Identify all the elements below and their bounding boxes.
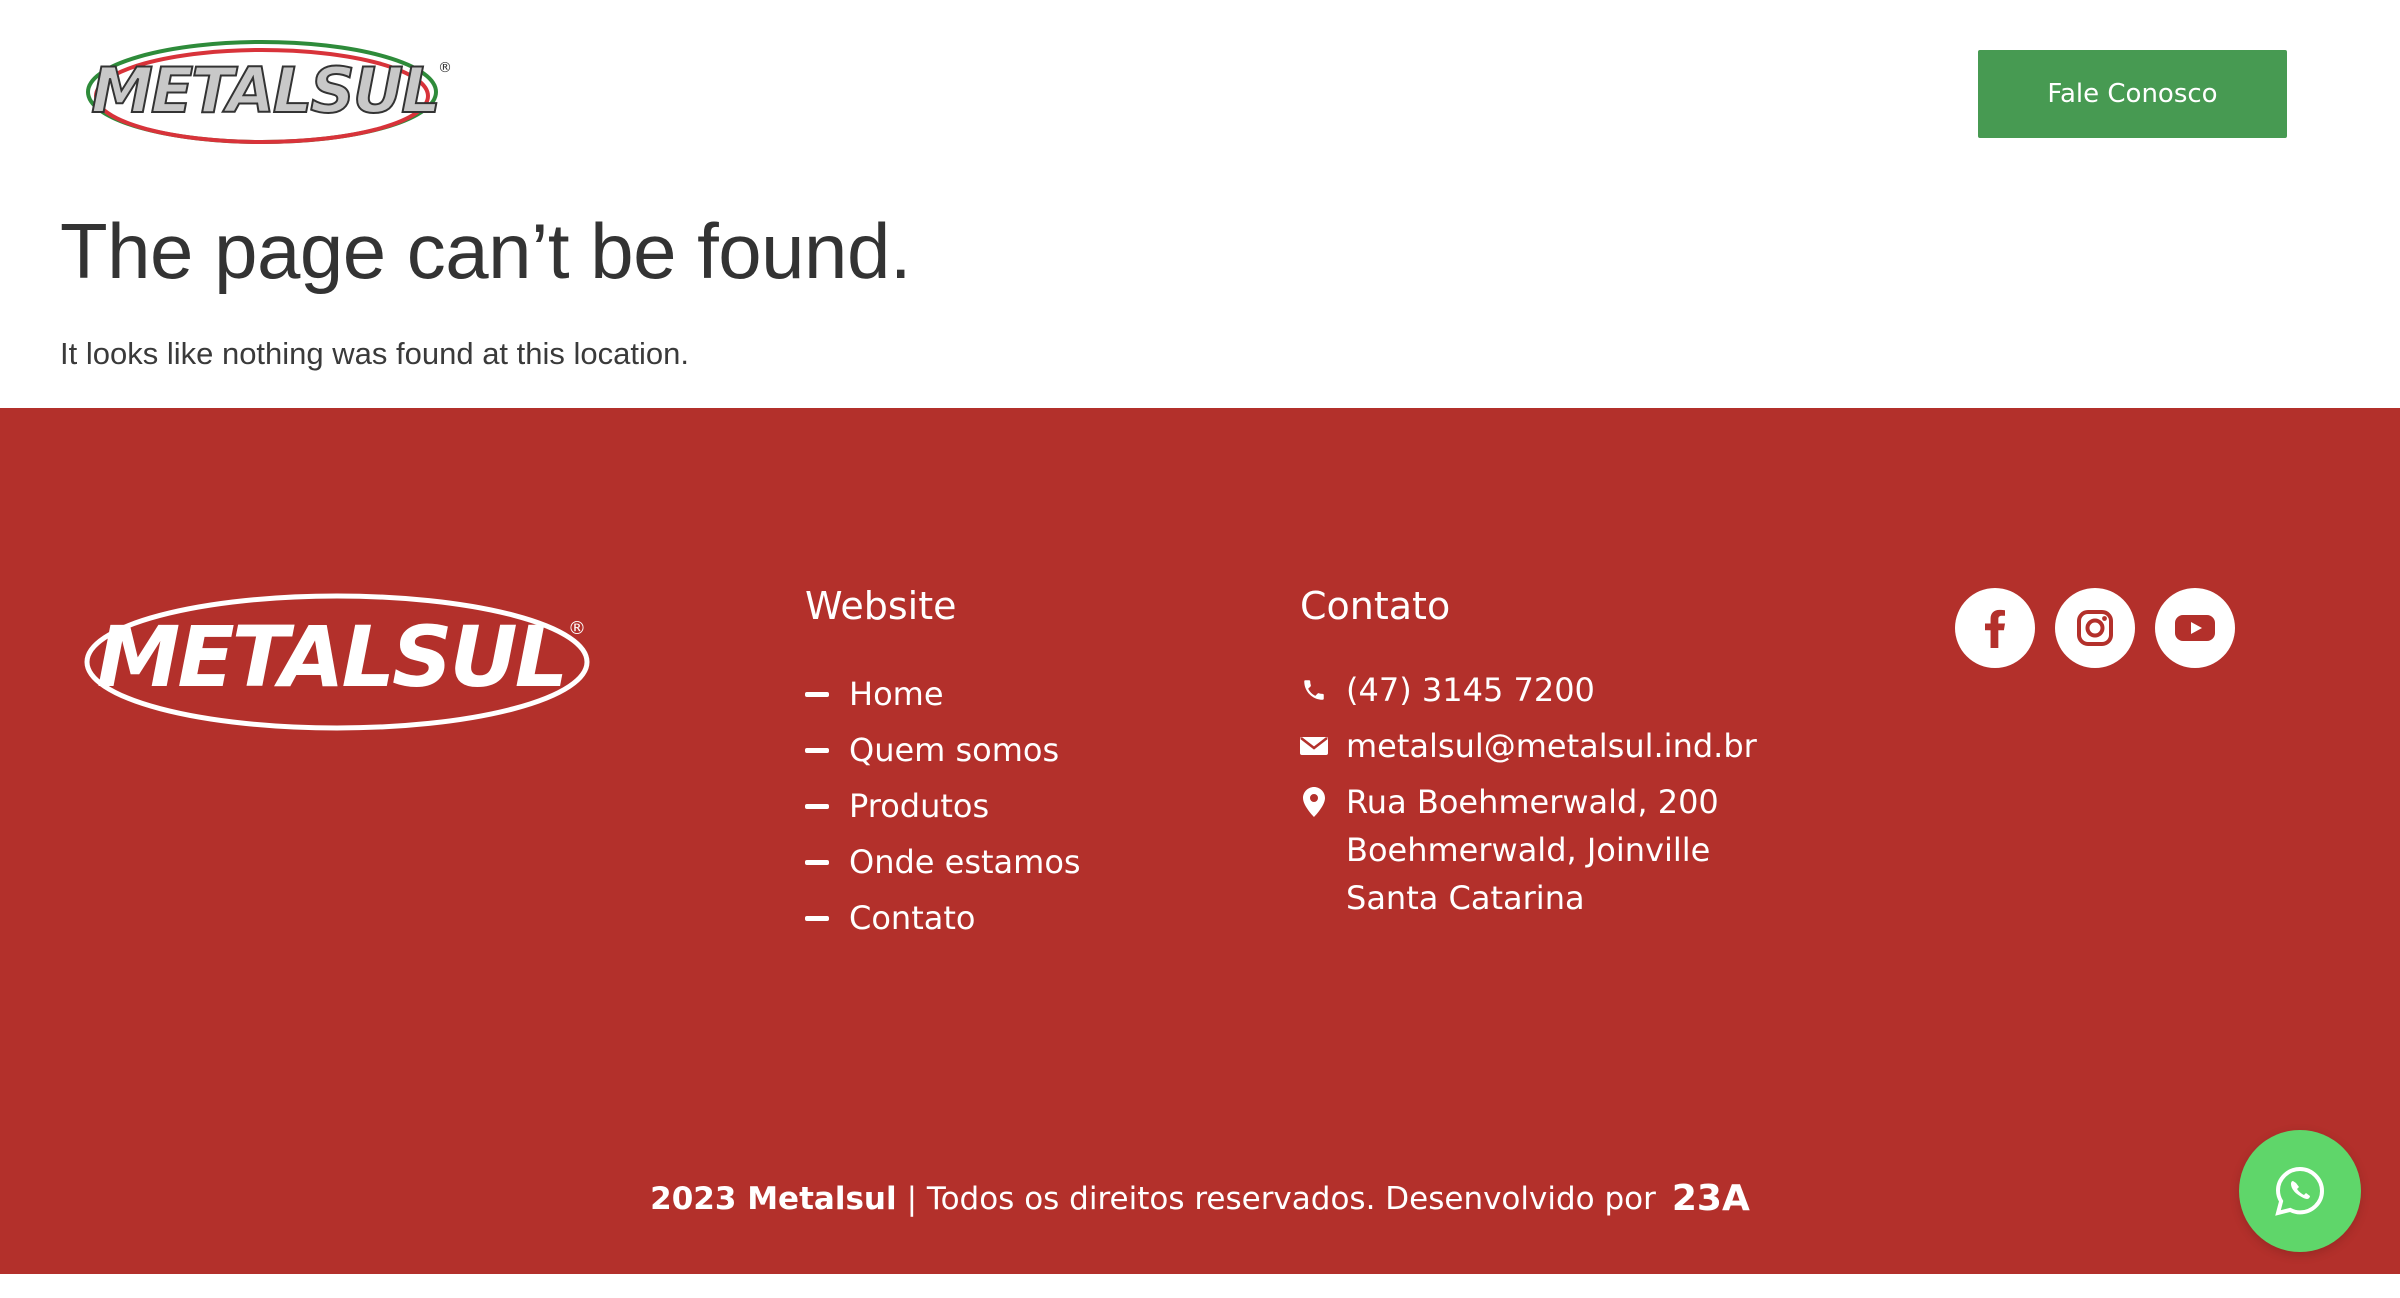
contact-list: (47) 3145 7200 metalsul@metalsul.ind.br …: [1300, 666, 1757, 930]
site-header: METALSUL ® Fale Conosco: [0, 0, 2400, 200]
instagram-button[interactable]: [2055, 588, 2135, 668]
dash-icon: [805, 915, 829, 921]
footer-link-contato[interactable]: Contato: [805, 890, 1081, 946]
svg-text:®: ®: [568, 618, 586, 639]
whatsapp-button[interactable]: [2239, 1130, 2361, 1252]
dash-icon: [805, 803, 829, 809]
developer-logo[interactable]: 23A: [1672, 1178, 1750, 1219]
metalsul-logo[interactable]: METALSUL ®: [76, 34, 454, 152]
contact-email[interactable]: metalsul@metalsul.ind.br: [1300, 722, 1757, 770]
phone-icon: [1300, 666, 1328, 714]
svg-text:METALSUL: METALSUL: [97, 608, 566, 706]
youtube-button[interactable]: [2155, 588, 2235, 668]
footer-link-produtos[interactable]: Produtos: [805, 778, 1081, 834]
fale-conosco-button[interactable]: Fale Conosco: [1978, 50, 2287, 138]
svg-text:®: ®: [438, 60, 452, 76]
dash-icon: [805, 859, 829, 865]
metalsul-footer-logo[interactable]: METALSUL ®: [76, 586, 598, 736]
address-text: Rua Boehmerwald, 200 Boehmerwald, Joinvi…: [1346, 783, 1719, 917]
facebook-button[interactable]: [1955, 588, 2035, 668]
youtube-icon: [2175, 615, 2215, 641]
page-title: The page can’t be found.: [60, 207, 912, 295]
whatsapp-icon: [2275, 1166, 2325, 1216]
website-links: Home Quem somos Produtos Onde estamos Co…: [805, 666, 1081, 946]
svg-text:METALSUL: METALSUL: [91, 54, 439, 127]
contact-phone[interactable]: (47) 3145 7200: [1300, 666, 1757, 714]
location-pin-icon: [1300, 778, 1328, 826]
website-heading: Website: [805, 584, 957, 628]
dash-icon: [805, 691, 829, 697]
not-found-message: It looks like nothing was found at this …: [60, 336, 689, 371]
site-footer: METALSUL ® Website Home Quem somos Produ…: [0, 408, 2400, 1274]
footer-link-home[interactable]: Home: [805, 666, 1081, 722]
copyright: 2023 Metalsul | Todos os direitos reserv…: [650, 1178, 1750, 1219]
footer-link-onde-estamos[interactable]: Onde estamos: [805, 834, 1081, 890]
instagram-icon: [2077, 610, 2113, 646]
contact-heading: Contato: [1300, 584, 1451, 628]
contact-address: Rua Boehmerwald, 200 Boehmerwald, Joinvi…: [1300, 778, 1757, 922]
facebook-icon: [1985, 609, 2005, 648]
footer-link-quem-somos[interactable]: Quem somos: [805, 722, 1081, 778]
dash-icon: [805, 747, 829, 753]
envelope-icon: [1300, 722, 1328, 770]
